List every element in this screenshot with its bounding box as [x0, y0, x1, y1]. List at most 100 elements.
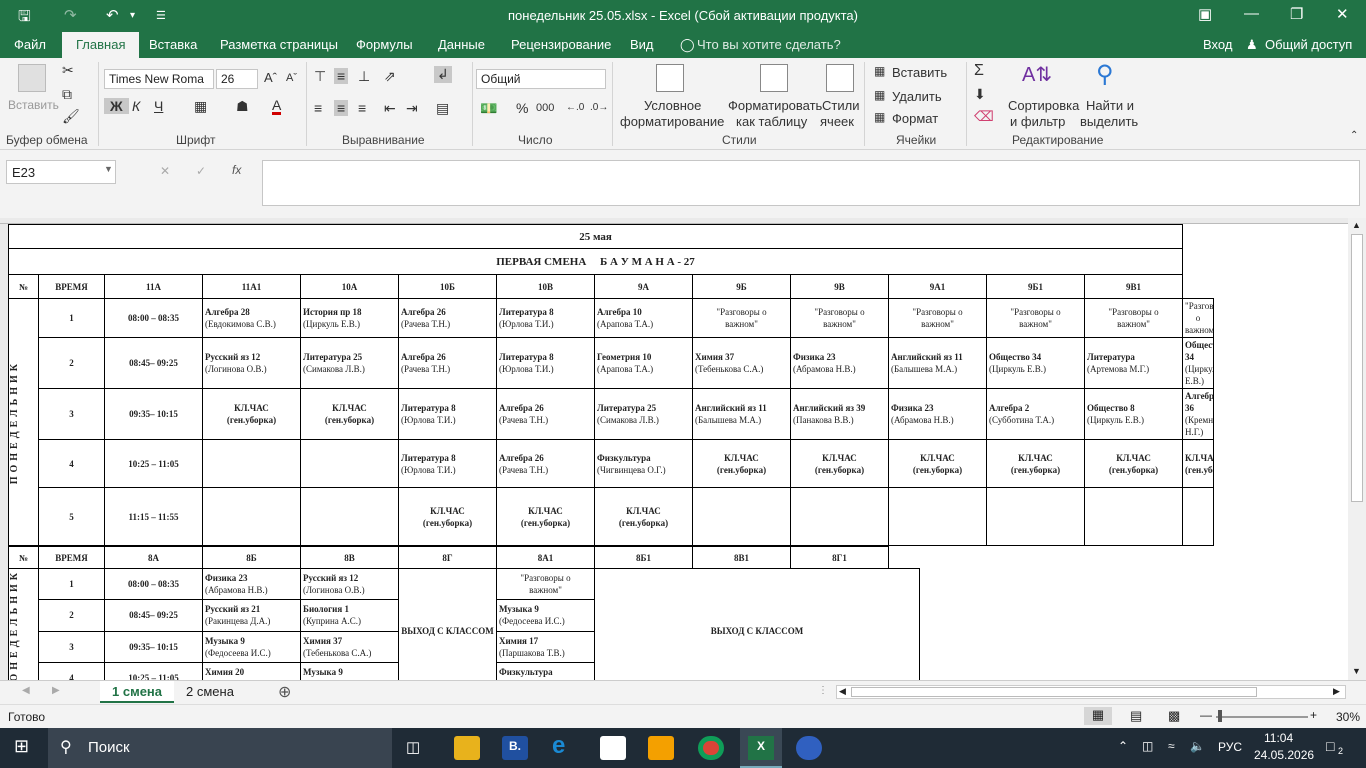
comma-style-button[interactable]: 000	[536, 102, 554, 114]
lesson-cell[interactable]: Литература (Артемова М.Г.)	[1083, 337, 1184, 389]
find-select-label2[interactable]: выделить	[1080, 114, 1138, 129]
lesson-cell[interactable]: Физика 23 (Абрамова Н.В.)	[888, 388, 987, 440]
lesson-cell[interactable]	[300, 487, 399, 546]
format-cells-button[interactable]: Формат	[892, 111, 938, 126]
lesson-cell[interactable]: Русский яз 12 (Логинова О.В.)	[202, 337, 301, 389]
lesson-cell[interactable]: "Разговоры о важном"	[692, 298, 791, 338]
lesson-cell[interactable]: "Разговоры о важном"	[986, 298, 1085, 338]
lesson-cell[interactable]: КЛ.ЧАС(ген.уборка)	[790, 439, 889, 488]
lesson-cell[interactable]: Литература 8 (Юрлова Т.И.)	[398, 439, 497, 488]
number-format-select[interactable]: Общий	[476, 69, 606, 89]
lesson-cell[interactable]: Химия 17 (Паршакова Т.В.)	[496, 630, 595, 663]
font-size-select[interactable]: 26	[216, 69, 258, 89]
conditional-formatting-label2[interactable]: форматирование	[620, 114, 724, 129]
lesson-cell[interactable]: Английский яз 11 (Балышева М.А.)	[888, 337, 987, 389]
insert-cells-button[interactable]: Вставить	[892, 65, 947, 80]
lesson-cell[interactable]: Общество 34(Циркуль Е.В.)	[986, 337, 1085, 389]
lesson-cell[interactable]: Английский яз 39 (Панакова В.В.)	[790, 388, 889, 440]
lesson-cell[interactable]: КЛ.ЧАС(ген.уборка)	[888, 439, 987, 488]
lesson-cell[interactable]: Химия 37 (Тебенькова С.А.)	[300, 630, 399, 663]
taskbar-search-label[interactable]: Поиск	[88, 739, 130, 756]
lesson-cell[interactable]: КЛ.ЧАС(ген.уборка)	[986, 439, 1085, 488]
lesson-cell[interactable]: "Разговоры о важном"	[1083, 298, 1184, 338]
tab-review[interactable]: Рецензирование	[511, 37, 611, 52]
align-center-icon[interactable]: ≡	[334, 100, 349, 116]
align-middle-icon[interactable]: ≡	[334, 68, 349, 84]
task-view-icon[interactable]: ◫	[406, 738, 420, 756]
zoom-slider-thumb[interactable]	[1218, 710, 1222, 722]
restore-icon[interactable]: ❐	[1290, 5, 1303, 23]
lesson-cell[interactable]: КЛ.ЧАС(ген.уборка)	[594, 487, 693, 546]
lesson-cell[interactable]: КЛ.ЧАС(ген.уборка)	[398, 487, 497, 546]
format-as-table-label2[interactable]: как таблицу	[736, 114, 807, 129]
increase-decimal-icon[interactable]: ←.0	[566, 102, 584, 113]
prev-sheet-icon[interactable]: ◀	[22, 685, 30, 696]
sheet-tab-1[interactable]: 1 смена	[100, 681, 175, 703]
horizontal-scrollbar[interactable]: ◀ ▶	[836, 685, 1346, 699]
lesson-cell[interactable]: Физика 23 (Абрамова Н.В.)	[790, 337, 889, 389]
lesson-cell[interactable]: КЛ.ЧАС(ген.уборка)	[496, 487, 595, 546]
language-indicator[interactable]: РУС	[1218, 740, 1242, 754]
app-chat-icon[interactable]	[796, 736, 822, 760]
lesson-cell[interactable]	[1182, 487, 1214, 546]
lesson-cell[interactable]: Общество 8 (Циркуль Е.В.)	[1083, 388, 1184, 440]
lesson-cell[interactable]	[790, 487, 889, 546]
wifi-icon[interactable]: ≈	[1168, 739, 1175, 753]
format-painter-icon[interactable]: 🖌	[62, 108, 80, 125]
sort-filter-label1[interactable]: Сортировка	[1008, 98, 1079, 113]
app-b-icon[interactable]: B.	[502, 736, 528, 760]
formula-input[interactable]	[262, 160, 1360, 206]
lesson-cell[interactable]: КЛ.ЧАС(ген.уборка)	[300, 388, 399, 440]
lesson-cell[interactable]: Биология 1 (Куприна А.С.)	[300, 599, 399, 632]
lesson-cell[interactable]: Алгебра 26 (Рачева Т.Н.)	[398, 298, 497, 338]
lesson-cell[interactable]	[986, 487, 1085, 546]
cut-icon[interactable]: ✂	[62, 62, 74, 79]
zoom-in-icon[interactable]: +	[1310, 708, 1317, 722]
sort-filter-label2[interactable]: и фильтр	[1010, 114, 1065, 129]
class-outing-8v[interactable]: ВЫХОД С КЛАССОМ	[398, 567, 497, 680]
lesson-cell[interactable]: КЛ.ЧАС(ген.уборка)	[692, 439, 791, 488]
start-icon[interactable]: ⊞	[14, 736, 29, 757]
worksheet-grid[interactable]: 25 мая ПЕРВАЯ СМЕНА Б А У М А Н А - 27 №…	[0, 218, 1348, 680]
format-as-table-icon[interactable]	[760, 64, 788, 92]
sort-filter-icon[interactable]: A⇅	[1022, 62, 1052, 87]
bold-button[interactable]: Ж	[104, 98, 129, 114]
tab-splitter-icon[interactable]: ⋮	[818, 685, 828, 696]
page-layout-view-icon[interactable]: ▤	[1130, 708, 1142, 724]
lesson-cell[interactable]: "Разговоры о важном"	[1182, 298, 1214, 338]
battery-icon[interactable]: ◫	[1142, 739, 1153, 753]
lesson-cell[interactable]	[202, 487, 301, 546]
lesson-cell[interactable]: Русский яз 12 (Логинова О.В.)	[300, 567, 399, 601]
scroll-right-icon[interactable]: ▶	[1333, 686, 1340, 697]
underline-button[interactable]: Ч	[154, 98, 163, 114]
accounting-icon[interactable]: 💵	[480, 100, 497, 117]
align-right-icon[interactable]: ≡	[358, 100, 366, 116]
align-bottom-icon[interactable]: ⊥	[358, 68, 370, 85]
lesson-cell[interactable]	[888, 487, 987, 546]
font-name-select[interactable]: Times New Roma	[104, 69, 214, 89]
tab-view[interactable]: Вид	[630, 37, 654, 52]
clear-icon[interactable]: ⌫	[974, 108, 994, 125]
format-as-table-label1[interactable]: Форматировать	[728, 98, 822, 113]
conditional-formatting-icon[interactable]	[656, 64, 684, 92]
sheet-tab-2[interactable]: 2 смена	[174, 681, 246, 703]
lesson-cell[interactable]: Алгебра 36(Кремнева Н.Г.)	[1182, 388, 1214, 440]
orientation-icon[interactable]: ⇗	[384, 68, 396, 85]
lesson-cell[interactable]: Музыка 9(Федосеева И.С.)	[202, 630, 301, 663]
lesson-cell[interactable]: Алгебра 26 (Рачева Т.Н.)	[496, 439, 595, 488]
lesson-cell[interactable]: Музыка 9(Федосеева И.С.)	[496, 599, 595, 632]
tell-me-box[interactable]: Что вы хотите сделать?	[697, 37, 841, 52]
lesson-cell[interactable]: Геометрия 10 (Арапова Т.А.)	[594, 337, 693, 389]
lesson-cell[interactable]: Общество 34(Циркуль Е.В.)	[1182, 337, 1214, 389]
lesson-cell[interactable]: История пр 18 (Циркуль Е.В.)	[300, 298, 399, 338]
tab-formulas[interactable]: Формулы	[356, 37, 413, 52]
sign-in-link[interactable]: Вход	[1203, 37, 1232, 52]
find-select-icon[interactable]: ⚲	[1096, 60, 1114, 89]
format-cells-icon[interactable]: ▦	[874, 110, 885, 124]
lesson-cell[interactable]	[300, 439, 399, 488]
insert-cells-icon[interactable]: ▦	[874, 64, 885, 78]
align-left-icon[interactable]: ≡	[314, 100, 322, 116]
lesson-cell[interactable]: КЛ.ЧАС(ген.уборка)	[1083, 439, 1184, 488]
cancel-entry-icon[interactable]: ✕	[160, 164, 170, 178]
lesson-cell[interactable]: Физика 23 (Абрамова Н.В.)	[202, 567, 301, 601]
